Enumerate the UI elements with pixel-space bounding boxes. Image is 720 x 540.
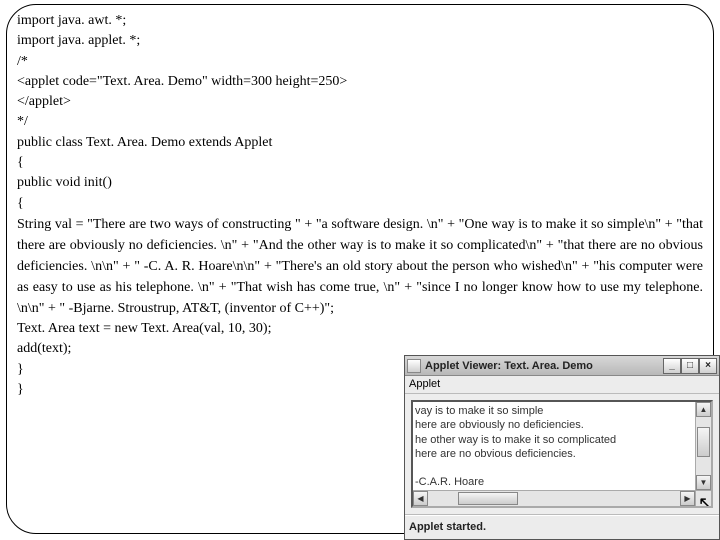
scroll-track[interactable] <box>518 491 680 506</box>
code-line: </applet> <box>17 92 703 112</box>
vertical-scroll-thumb[interactable] <box>697 427 710 457</box>
window-title: Applet Viewer: Text. Area. Demo <box>425 360 663 372</box>
applet-body: vay is to make it so simple here are obv… <box>405 394 719 515</box>
applet-viewer-window: Applet Viewer: Text. Area. Demo _ □ × Ap… <box>404 355 720 540</box>
code-line: import java. applet. *; <box>17 31 703 51</box>
window-titlebar[interactable]: Applet Viewer: Text. Area. Demo _ □ × <box>405 356 719 376</box>
minimize-button[interactable]: _ <box>663 358 681 374</box>
menu-applet[interactable]: Applet <box>409 378 440 390</box>
scroll-up-icon[interactable]: ▲ <box>696 402 711 417</box>
code-line: { <box>17 194 703 214</box>
window-buttons: _ □ × <box>663 358 717 374</box>
code-line: import java. awt. *; <box>17 11 703 31</box>
horizontal-scroll-thumb[interactable] <box>458 492 518 505</box>
code-line: /* <box>17 52 703 72</box>
code-line: <applet code="Text. Area. Demo" width=30… <box>17 72 703 92</box>
close-button[interactable]: × <box>699 358 717 374</box>
code-line: public void init() <box>17 173 703 193</box>
scroll-right-icon[interactable]: ▶ <box>680 491 695 506</box>
code-line: { <box>17 153 703 173</box>
status-bar: Applet started. <box>405 515 719 539</box>
status-text: Applet started. <box>409 521 486 533</box>
java-cup-icon <box>407 359 421 373</box>
code-string-val: String val = "There are two ways of cons… <box>17 214 703 319</box>
cursor-icon: ↖ <box>698 493 713 508</box>
text-area[interactable]: vay is to make it so simple here are obv… <box>411 400 713 508</box>
code-line: public class Text. Area. Demo extends Ap… <box>17 133 703 153</box>
vertical-scrollbar[interactable]: ▲ ▼ <box>695 402 711 490</box>
horizontal-scrollbar[interactable]: ◀ ▶ <box>413 490 695 506</box>
scroll-left-icon[interactable]: ◀ <box>413 491 428 506</box>
scroll-down-icon[interactable]: ▼ <box>696 475 711 490</box>
scroll-track[interactable] <box>696 457 711 475</box>
code-line: */ <box>17 112 703 132</box>
menu-bar[interactable]: Applet <box>405 376 719 394</box>
code-line: Text. Area text = new Text. Area(val, 10… <box>17 319 703 339</box>
maximize-button[interactable]: □ <box>681 358 699 374</box>
